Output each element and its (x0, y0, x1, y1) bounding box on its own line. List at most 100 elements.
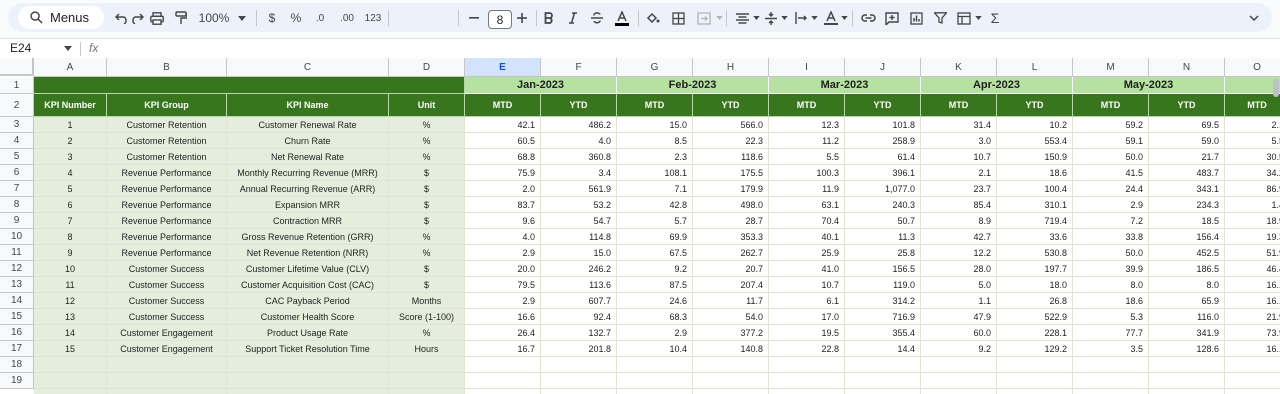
value-cell[interactable]: 2.0 (465, 181, 541, 197)
value-cell[interactable]: 40.1 (769, 229, 845, 245)
value-cell[interactable]: 452.5 (1149, 245, 1225, 261)
value-cell[interactable]: 60.0 (921, 325, 997, 341)
zoom-select[interactable]: 100% (196, 8, 232, 28)
vertical-scrollbar[interactable] (1272, 77, 1280, 147)
column-header-b[interactable]: B (107, 58, 227, 77)
value-cell[interactable]: 20.7 (693, 261, 769, 277)
value-cell[interactable]: 566.0 (693, 117, 769, 133)
column-header-d[interactable]: D (389, 58, 465, 77)
kpi-name-cell[interactable]: Contraction MRR (227, 213, 389, 229)
kpi-group-cell[interactable]: Customer Success (107, 309, 227, 325)
value-cell[interactable]: 54.0 (693, 309, 769, 325)
row-header-10[interactable]: 10 (0, 229, 34, 245)
kpi-unit-cell[interactable]: % (389, 325, 465, 341)
value-cell[interactable]: 16.1 (1225, 341, 1280, 357)
empty-cell[interactable] (227, 357, 389, 373)
empty-cell[interactable] (465, 357, 541, 373)
comment-icon[interactable] (882, 8, 902, 28)
value-cell[interactable]: 5.3 (1073, 309, 1149, 325)
paint-format-icon[interactable] (171, 8, 191, 28)
value-cell[interactable]: 83.7 (465, 197, 541, 213)
value-cell[interactable]: 21.9 (1225, 309, 1280, 325)
value-cell[interactable]: 179.9 (693, 181, 769, 197)
value-cell[interactable]: 59.0 (1149, 133, 1225, 149)
value-cell[interactable]: 15.0 (541, 245, 617, 261)
merge-cells-icon[interactable] (694, 8, 714, 28)
value-cell[interactable]: 530.8 (997, 245, 1073, 261)
value-cell[interactable]: 17.0 (769, 309, 845, 325)
value-cell[interactable]: 3.0 (921, 133, 997, 149)
empty-cell[interactable] (617, 389, 693, 394)
empty-cell[interactable] (389, 373, 465, 389)
value-cell[interactable]: 1.4 (1225, 197, 1280, 213)
number-format-button[interactable]: 123 (360, 8, 386, 28)
value-cell[interactable]: 396.1 (845, 165, 921, 181)
increase-decimal-button[interactable]: .00 (334, 8, 360, 28)
value-cell[interactable]: 118.6 (693, 149, 769, 165)
value-cell[interactable]: 240.3 (845, 197, 921, 213)
row-header-2[interactable]: 2 (0, 94, 34, 117)
empty-cell[interactable] (34, 373, 107, 389)
kpi-unit-cell[interactable]: $ (389, 197, 465, 213)
value-cell[interactable]: 5.5 (769, 149, 845, 165)
value-cell[interactable]: 20.0 (465, 261, 541, 277)
kpi-unit-cell[interactable]: % (389, 149, 465, 165)
percent-format-button[interactable]: % (288, 8, 304, 28)
column-header-g[interactable]: G (617, 58, 693, 77)
value-cell[interactable]: 341.9 (1149, 325, 1225, 341)
kpi-number-cell[interactable]: 6 (34, 197, 107, 213)
valign-chevron-down-icon[interactable] (780, 8, 788, 28)
kpi-name-cell[interactable]: Customer Health Score (227, 309, 389, 325)
empty-cell[interactable] (997, 373, 1073, 389)
italic-icon[interactable] (564, 8, 582, 28)
value-cell[interactable]: 67.5 (617, 245, 693, 261)
value-cell[interactable]: 75.9 (465, 165, 541, 181)
currency-format-button[interactable]: $ (264, 8, 280, 28)
align-chevron-down-icon[interactable] (752, 8, 760, 28)
value-cell[interactable]: 63.1 (769, 197, 845, 213)
empty-cell[interactable] (1225, 373, 1280, 389)
value-cell[interactable]: 65.9 (1149, 293, 1225, 309)
value-cell[interactable]: 33.6 (997, 229, 1073, 245)
empty-cell[interactable] (1149, 389, 1225, 394)
kpi-unit-cell[interactable]: Score (1-100) (389, 309, 465, 325)
borders-icon[interactable] (668, 8, 688, 28)
empty-cell[interactable] (997, 389, 1073, 394)
empty-cell[interactable] (389, 357, 465, 373)
value-cell[interactable]: 100.4 (997, 181, 1073, 197)
kpi-group-cell[interactable]: Revenue Performance (107, 229, 227, 245)
value-cell[interactable]: 34.2 (1225, 165, 1280, 181)
select-all-corner[interactable] (0, 58, 34, 76)
empty-cell[interactable] (921, 373, 997, 389)
increase-font-size-button[interactable] (514, 8, 530, 28)
value-cell[interactable]: 59.1 (1073, 133, 1149, 149)
value-cell[interactable]: 197.7 (997, 261, 1073, 277)
value-cell[interactable]: 6.1 (769, 293, 845, 309)
value-cell[interactable]: 2.9 (1073, 197, 1149, 213)
scrollbar-thumb[interactable] (1273, 79, 1279, 97)
empty-cell[interactable] (1225, 357, 1280, 373)
value-cell[interactable]: 18.9 (1225, 213, 1280, 229)
kpi-name-cell[interactable]: Churn Rate (227, 133, 389, 149)
empty-cell[interactable] (465, 373, 541, 389)
decrease-font-size-button[interactable] (466, 8, 482, 28)
value-cell[interactable]: 41.5 (1073, 165, 1149, 181)
kpi-name-cell[interactable]: Customer Lifetime Value (CLV) (227, 261, 389, 277)
value-cell[interactable]: 16.1 (1225, 293, 1280, 309)
value-cell[interactable]: 85.4 (921, 197, 997, 213)
kpi-name-cell[interactable]: CAC Payback Period (227, 293, 389, 309)
row-header-4[interactable]: 4 (0, 133, 34, 149)
kpi-number-cell[interactable]: 10 (34, 261, 107, 277)
value-cell[interactable]: 128.6 (1149, 341, 1225, 357)
row-header-18[interactable]: 18 (0, 357, 34, 373)
value-cell[interactable]: 39.9 (1073, 261, 1149, 277)
value-cell[interactable]: 79.5 (465, 277, 541, 293)
kpi-group-cell[interactable]: Customer Success (107, 277, 227, 293)
empty-cell[interactable] (921, 389, 997, 394)
kpi-number-cell[interactable]: 8 (34, 229, 107, 245)
column-header-a[interactable]: A (34, 58, 107, 77)
kpi-name-cell[interactable]: Expansion MRR (227, 197, 389, 213)
kpi-group-cell[interactable]: Revenue Performance (107, 213, 227, 229)
kpi-group-cell[interactable]: Revenue Performance (107, 197, 227, 213)
row-header-17[interactable]: 17 (0, 341, 34, 357)
